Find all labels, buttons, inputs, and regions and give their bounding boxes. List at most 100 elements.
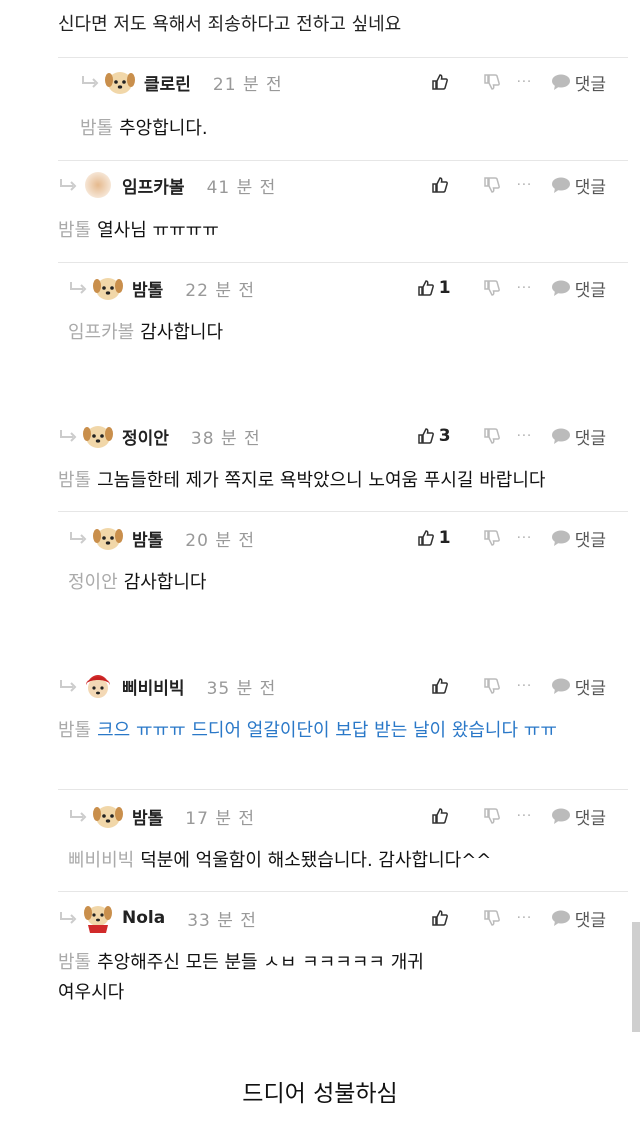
- reply-label: 댓글: [574, 808, 606, 829]
- comment-author[interactable]: Nola: [122, 908, 165, 928]
- like-button[interactable]: [431, 909, 483, 927]
- avatar[interactable]: [82, 170, 114, 200]
- thumbs-down-icon: [483, 910, 500, 926]
- more-dots-icon: ···: [516, 280, 533, 296]
- reply-button[interactable]: 댓글: [551, 526, 606, 551]
- more-button[interactable]: ···: [517, 281, 551, 296]
- separator: [58, 262, 628, 263]
- comment-author[interactable]: 밤톨: [132, 804, 163, 829]
- thumbs-up-icon: [431, 678, 448, 694]
- dislike-button[interactable]: [483, 279, 517, 297]
- avatar[interactable]: [92, 523, 124, 553]
- more-button[interactable]: ···: [517, 911, 551, 926]
- comment-actions: ··· 댓글: [431, 167, 606, 203]
- comment-time: 35 분 전: [206, 678, 277, 699]
- reply-button[interactable]: 댓글: [551, 906, 606, 931]
- comment-time: 17 분 전: [185, 808, 256, 829]
- more-button[interactable]: ···: [517, 178, 551, 193]
- more-dots-icon: ···: [516, 530, 533, 546]
- reply-button[interactable]: 댓글: [551, 424, 606, 449]
- comment-mention[interactable]: 삐비비빅: [68, 850, 134, 871]
- comment-time: 21 분 전: [212, 74, 283, 95]
- like-button[interactable]: [431, 73, 483, 91]
- comment-body: 삐비비빅 덕분에 억울함이 해소됐습니다. 감사합니다^^: [68, 846, 491, 876]
- comment-mention[interactable]: 밤톨: [58, 952, 91, 973]
- like-count: 3: [438, 426, 451, 446]
- dislike-button[interactable]: [483, 909, 517, 927]
- like-button[interactable]: 1: [417, 528, 483, 548]
- more-button[interactable]: ···: [517, 531, 551, 546]
- more-dots-icon: ···: [516, 177, 533, 193]
- comment-time: 38 분 전: [190, 428, 261, 449]
- comment-mention[interactable]: 밤톨: [58, 220, 91, 241]
- comment-actions: ··· 댓글: [431, 668, 606, 704]
- dislike-button[interactable]: [483, 427, 517, 445]
- reply-arrow-icon: [60, 912, 77, 924]
- comment-text: 그놈들한테 제가 쪽지로 욕박았으니 노여움 푸시길 바랍니다: [97, 470, 546, 491]
- reply-label: 댓글: [574, 177, 606, 198]
- reply-button[interactable]: 댓글: [551, 70, 606, 95]
- avatar[interactable]: [82, 903, 114, 933]
- comment-header: 삐비비빅 35 분 전: [58, 668, 276, 704]
- comment-text: 추앙해주신 모든 분들 ㅅㅂ ㅋㅋㅋㅋㅋ 개귀여우시다: [58, 952, 424, 1003]
- reply-button[interactable]: 댓글: [551, 804, 606, 829]
- dislike-button[interactable]: [483, 529, 517, 547]
- like-button[interactable]: 1: [417, 278, 483, 298]
- comment-mention[interactable]: 밤톨: [80, 118, 113, 139]
- separator: [58, 160, 628, 161]
- avatar[interactable]: [104, 67, 136, 97]
- like-button[interactable]: [431, 677, 483, 695]
- scrollbar[interactable]: [632, 922, 640, 1032]
- thumbs-up-icon: [431, 808, 448, 824]
- comment-author[interactable]: 정이안: [122, 424, 169, 449]
- dislike-button[interactable]: [483, 807, 517, 825]
- comment-mention[interactable]: 밤톨: [58, 720, 91, 741]
- comment-body: 정이안 감사합니다: [68, 568, 207, 598]
- avatar[interactable]: [92, 801, 124, 831]
- reply-label: 댓글: [574, 280, 606, 301]
- more-button[interactable]: ···: [517, 679, 551, 694]
- thumbs-up-icon: [431, 74, 448, 90]
- thumbs-up-icon: [417, 280, 434, 296]
- more-button[interactable]: ···: [517, 809, 551, 824]
- speech-bubble-icon: [551, 74, 570, 90]
- like-button[interactable]: [431, 807, 483, 825]
- avatar[interactable]: [82, 671, 114, 701]
- comment-body: 밤톨 추앙해주신 모든 분들 ㅅㅂ ㅋㅋㅋㅋㅋ 개귀여우시다: [58, 948, 438, 1008]
- comment-author[interactable]: 임프카볼: [122, 173, 185, 198]
- comment-mention[interactable]: 정이안: [68, 572, 118, 593]
- thumbs-down-icon: [483, 177, 500, 193]
- comment-actions: ··· 댓글: [431, 798, 606, 834]
- separator: [58, 57, 628, 58]
- like-button[interactable]: [431, 176, 483, 194]
- reply-button[interactable]: 댓글: [551, 173, 606, 198]
- reply-arrow-icon: [70, 282, 87, 294]
- thumbs-up-icon: [431, 177, 448, 193]
- comment-body: 밤톨 추앙합니다.: [80, 114, 208, 144]
- dislike-button[interactable]: [483, 677, 517, 695]
- dislike-button[interactable]: [483, 73, 517, 91]
- avatar[interactable]: [92, 273, 124, 303]
- more-button[interactable]: ···: [517, 75, 551, 90]
- comment-time: 22 분 전: [185, 280, 256, 301]
- reply-button[interactable]: 댓글: [551, 674, 606, 699]
- thumbs-down-icon: [483, 808, 500, 824]
- thumbs-down-icon: [483, 280, 500, 296]
- more-button[interactable]: ···: [517, 429, 551, 444]
- comment-text: 크으 ㅠㅠㅠ 드디어 얼갈이단이 보답 받는 날이 왔습니다 ㅠㅠ: [97, 720, 557, 741]
- more-dots-icon: ···: [516, 74, 533, 90]
- more-dots-icon: ···: [516, 910, 533, 926]
- comment-author[interactable]: 밤톨: [132, 276, 163, 301]
- caption: 드디어 성불하심: [242, 1081, 398, 1107]
- comment-author[interactable]: 클로린: [144, 70, 191, 95]
- dislike-button[interactable]: [483, 176, 517, 194]
- like-button[interactable]: 3: [417, 426, 483, 446]
- comment-mention[interactable]: 밤톨: [58, 470, 91, 491]
- comment-author[interactable]: 삐비비빅: [122, 674, 185, 699]
- comment-author[interactable]: 밤톨: [132, 526, 163, 551]
- separator: [58, 891, 628, 892]
- comment-mention[interactable]: 임프카볼: [68, 322, 134, 343]
- thumbs-down-icon: [483, 428, 500, 444]
- reply-button[interactable]: 댓글: [551, 276, 606, 301]
- avatar[interactable]: [82, 421, 114, 451]
